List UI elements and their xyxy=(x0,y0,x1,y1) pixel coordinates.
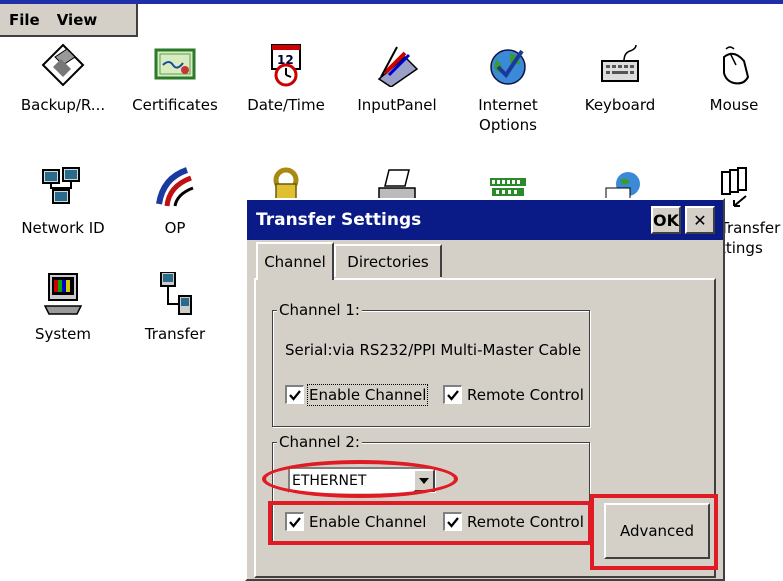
cp-label: System xyxy=(35,325,91,343)
cp-label: Network ID xyxy=(21,219,105,237)
certificate-icon xyxy=(154,48,196,80)
cp-label: Transfer ttings xyxy=(720,219,781,257)
calendar-clock-icon: 12 xyxy=(271,44,301,87)
cp-item-input-panel[interactable]: InputPanel xyxy=(338,43,456,133)
system-computer-icon xyxy=(43,273,83,315)
highlight-ellipse xyxy=(262,460,458,498)
tab-label: Directories xyxy=(347,252,429,271)
cp-label: OP xyxy=(164,219,186,237)
cp-label: Date/Time xyxy=(247,96,325,114)
cp-item-internet-options[interactable]: Internet Options xyxy=(449,43,567,134)
input-panel-icon xyxy=(377,46,419,87)
globe-check-icon xyxy=(490,49,526,85)
cp-label: Mouse xyxy=(709,96,759,114)
network-computers-icon xyxy=(42,167,80,204)
channel1-remote-checkbox[interactable]: Remote Control xyxy=(443,385,584,404)
cp-item-backup[interactable]: Backup/R... xyxy=(4,43,122,133)
cp-item-transfer[interactable]: Transfer xyxy=(116,272,234,362)
highlight-rect xyxy=(590,494,718,570)
cp-label: Certificates xyxy=(132,96,218,114)
cp-item-date-time[interactable]: 12 Date/Time xyxy=(227,43,345,133)
channel1-title: Channel 1: xyxy=(277,301,362,319)
keyboard-icon xyxy=(601,44,639,82)
channel2-title: Channel 2: xyxy=(277,433,362,451)
checkbox-box xyxy=(285,385,304,404)
channel1-enable-checkbox[interactable]: Enable Channel xyxy=(285,383,429,406)
cp-item-op[interactable]: OP xyxy=(116,166,234,256)
menu-bar: File View xyxy=(0,4,138,37)
cp-label: InputPanel xyxy=(357,96,437,114)
mouse-icon xyxy=(723,46,750,85)
menu-view[interactable]: View xyxy=(57,11,98,29)
close-icon: ✕ xyxy=(693,210,707,230)
cp-item-system[interactable]: System xyxy=(4,272,122,362)
tab-channel[interactable]: Channel xyxy=(256,242,334,280)
cp-label: Backup/R... xyxy=(20,96,106,114)
checkmark-icon xyxy=(447,390,459,401)
cp-item-mouse[interactable]: Mouse xyxy=(675,43,783,133)
close-button[interactable]: ✕ xyxy=(685,206,715,234)
cp-label: Keyboard xyxy=(584,96,656,114)
transfer-icon xyxy=(160,272,192,315)
checkbox-label: Enable Channel xyxy=(306,383,429,406)
checkmark-icon xyxy=(289,390,301,401)
checkbox-label: Remote Control xyxy=(467,385,584,404)
ok-button[interactable]: OK xyxy=(651,206,681,234)
checkbox-box xyxy=(443,385,462,404)
cp-label: Internet Options xyxy=(478,96,538,134)
tab-label: Channel xyxy=(264,253,326,271)
cp-item-network-id[interactable]: Network ID xyxy=(4,166,122,256)
cp-item-keyboard[interactable]: Keyboard xyxy=(561,43,679,133)
cp-label: Transfer xyxy=(144,325,206,343)
channel1-group: Channel 1: Serial:via RS232/PPI Multi-Ma… xyxy=(272,301,590,427)
dialog-title: Transfer Settings xyxy=(256,210,422,230)
floppy-disk-icon xyxy=(41,43,85,87)
tab-directories[interactable]: Directories xyxy=(334,244,442,277)
highlight-rect xyxy=(268,501,592,545)
op-swoosh-icon xyxy=(156,167,194,207)
menu-file[interactable]: File xyxy=(9,11,40,29)
cp-item-certificates[interactable]: Certificates xyxy=(116,43,234,133)
channel1-description: Serial:via RS232/PPI Multi-Master Cable xyxy=(285,341,582,359)
